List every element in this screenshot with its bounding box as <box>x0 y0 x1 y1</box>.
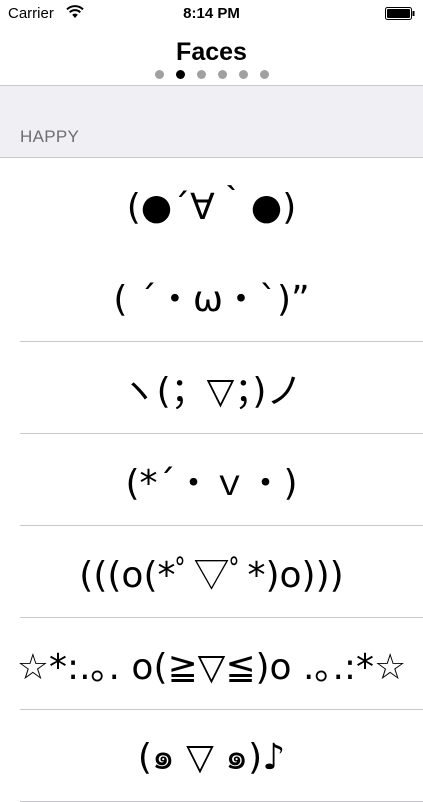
page-control[interactable] <box>0 70 423 80</box>
status-bar: Carrier 8:14 PM <box>0 0 423 28</box>
face-text: ( ´・ω・`)” <box>113 279 310 320</box>
status-time: 8:14 PM <box>183 5 240 22</box>
page-title: Faces <box>176 38 247 66</box>
section-header: HAPPY <box>0 86 423 158</box>
list-item[interactable]: ヽ(；▽；)ノ <box>0 342 423 434</box>
page-dot[interactable] <box>154 70 164 79</box>
list-item[interactable]: (*´・ｖ・) <box>0 434 423 526</box>
list-item[interactable]: ☆*:.｡. o(≧▽≦)o .｡.:*☆ <box>0 618 423 710</box>
face-text: ヽ(；▽；)ノ <box>120 371 303 412</box>
page-dot[interactable] <box>175 70 185 79</box>
face-text: ☆*:.｡. o(≧▽≦)o .｡.:*☆ <box>16 647 407 688</box>
face-text: (*´・ｖ・) <box>125 463 298 504</box>
face-text: (๑ ▽ ๑)♪ <box>137 736 286 778</box>
battery-icon <box>385 7 415 20</box>
list-item[interactable]: ( ´・ω・`)” <box>0 250 423 342</box>
page-dot[interactable] <box>217 70 227 79</box>
list-item[interactable]: (((o(*ﾟ▽ﾟ*)o))) <box>0 526 423 618</box>
page-dot[interactable] <box>238 70 248 79</box>
section-header-label: HAPPY <box>20 127 80 146</box>
face-text: (((o(*ﾟ▽ﾟ*)o))) <box>79 555 344 596</box>
list-item[interactable]: (●´∀｀●) <box>0 158 423 250</box>
face-text: (●´∀｀●) <box>126 187 297 228</box>
face-list: (●´∀｀●) ( ´・ω・`)” ヽ(；▽；)ノ (*´・ｖ・) (((o(*ﾟ▽ﾟ*… <box>0 158 423 802</box>
page-dot[interactable] <box>196 70 206 79</box>
list-item[interactable]: (๑ ▽ ๑)♪ <box>0 710 423 802</box>
page-dot[interactable] <box>259 70 269 79</box>
